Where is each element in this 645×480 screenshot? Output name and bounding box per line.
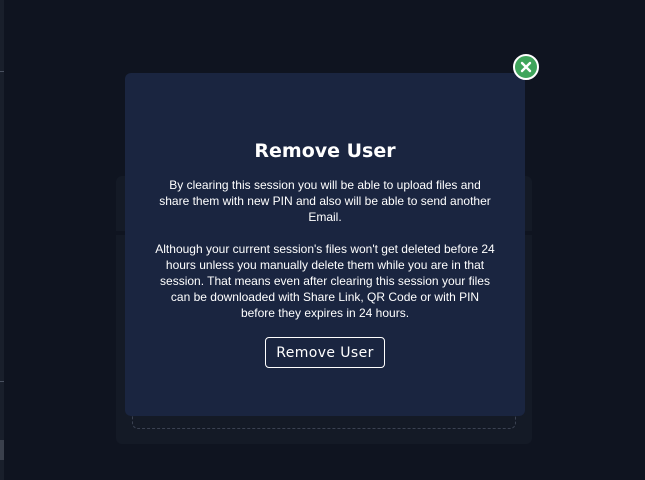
modal-paragraph-clear-session: By clearing this session you will be abl… [159, 178, 491, 224]
sidebar-item[interactable] [0, 440, 4, 460]
close-icon [520, 61, 532, 73]
sidebar-divider [0, 381, 4, 382]
sidebar-divider [0, 71, 4, 72]
modal-paragraph-file-retention: Although your current session's files wo… [155, 242, 495, 320]
modal-body: By clearing this session you will be abl… [155, 177, 495, 321]
modal-title: Remove User [254, 140, 396, 162]
remove-user-modal: Remove User By clearing this session you… [125, 73, 525, 416]
left-sidebar-edge [0, 0, 4, 480]
close-modal-button[interactable] [513, 54, 539, 80]
remove-user-button[interactable]: Remove User [265, 337, 385, 368]
